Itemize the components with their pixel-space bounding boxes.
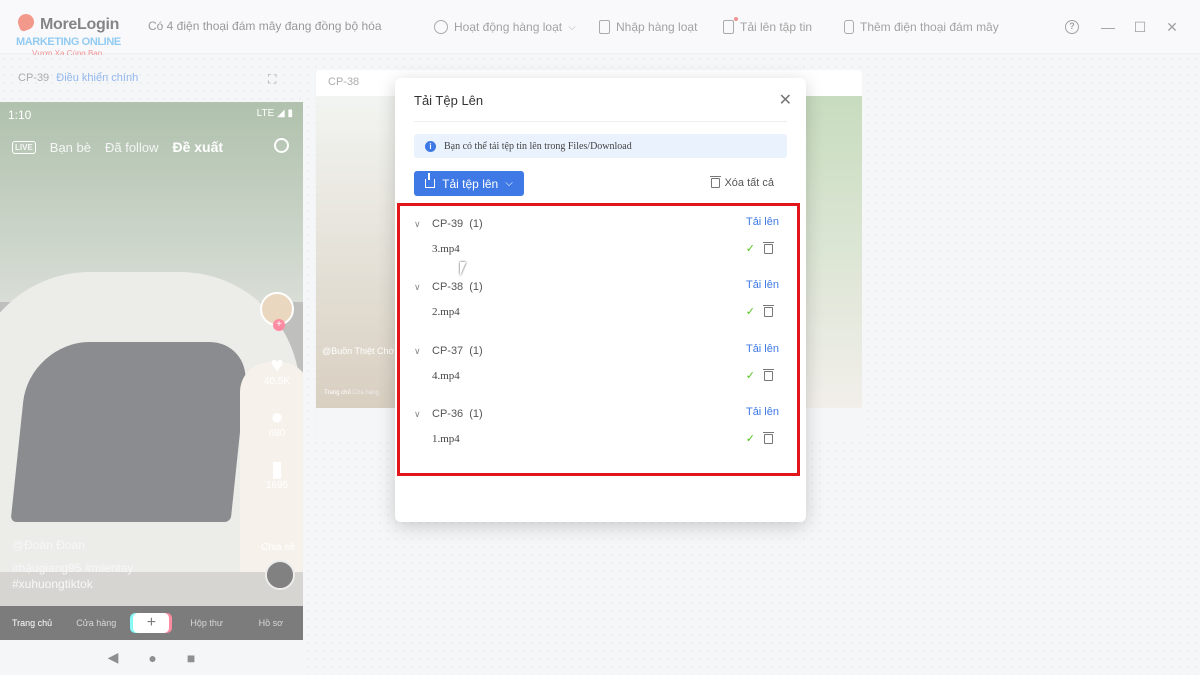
- group-device: CP-36: [432, 408, 464, 420]
- check-icon: ✓: [745, 433, 755, 445]
- delete-file-icon[interactable]: [763, 242, 774, 254]
- group-header[interactable]: ∨ CP-37 (1): [414, 342, 779, 360]
- group-count: (1): [469, 281, 483, 293]
- group-upload-link[interactable]: Tải lên: [746, 406, 779, 418]
- group-upload-link[interactable]: Tải lên: [746, 343, 779, 355]
- info-text: Bạn có thể tải tệp tin lên trong Files/D…: [444, 140, 632, 152]
- chevron-down-icon: ⌵: [505, 178, 513, 189]
- group-device: CP-39: [432, 218, 464, 230]
- mouse-cursor-icon: [460, 262, 472, 276]
- file-row: 3.mp4 ✓: [414, 241, 779, 259]
- upload-group-cp36: ∨ CP-36 (1) Tải lên 1.mp4 ✓: [414, 405, 779, 463]
- delete-file-icon[interactable]: [763, 369, 774, 381]
- check-icon: ✓: [745, 370, 755, 382]
- trash-icon: [710, 176, 722, 188]
- upload-files-button[interactable]: Tải tệp lên ⌵: [414, 171, 524, 196]
- upload-icon: [425, 173, 436, 188]
- chevron-down-icon: ∨: [414, 218, 421, 229]
- upload-group-cp38: ∨ CP-38 (1) Tải lên 2.mp4 ✓: [414, 278, 779, 336]
- clear-all-button[interactable]: Xóa tất cả: [710, 176, 774, 189]
- info-icon: i: [425, 140, 436, 152]
- delete-file-icon[interactable]: [763, 432, 774, 444]
- upload-dialog: Tải Tệp Lên ✕ i Bạn có thể tải tệp tin l…: [395, 78, 806, 522]
- dialog-title: Tải Tệp Lên: [414, 93, 484, 108]
- group-device: CP-37: [432, 345, 464, 357]
- group-header[interactable]: ∨ CP-39 (1): [414, 215, 779, 233]
- delete-file-icon[interactable]: [763, 305, 774, 317]
- check-icon: ✓: [745, 306, 755, 318]
- group-upload-link[interactable]: Tải lên: [746, 279, 779, 291]
- file-name: 2.mp4: [432, 306, 460, 318]
- chevron-down-icon: ∨: [414, 408, 421, 419]
- chevron-down-icon: ∨: [414, 281, 421, 292]
- group-count: (1): [469, 218, 483, 230]
- info-banner: i Bạn có thể tải tệp tin lên trong Files…: [414, 134, 787, 158]
- upload-files-label: Tải tệp lên: [442, 176, 499, 191]
- file-name: 1.mp4: [432, 433, 460, 445]
- check-icon: ✓: [745, 243, 755, 255]
- group-header[interactable]: ∨ CP-38 (1): [414, 278, 779, 296]
- group-count: (1): [469, 408, 483, 420]
- dialog-close-button[interactable]: ✕: [779, 90, 792, 110]
- file-name: 4.mp4: [432, 370, 460, 382]
- group-count: (1): [469, 345, 483, 357]
- dialog-divider: [414, 121, 787, 122]
- group-header[interactable]: ∨ CP-36 (1): [414, 405, 779, 423]
- chevron-down-icon: ∨: [414, 345, 421, 356]
- file-row: 4.mp4 ✓: [414, 368, 779, 386]
- group-upload-link[interactable]: Tải lên: [746, 216, 779, 228]
- file-name: 3.mp4: [432, 243, 460, 255]
- file-row: 2.mp4 ✓: [414, 304, 779, 322]
- clear-all-label: Xóa tất cả: [724, 177, 774, 189]
- group-device: CP-38: [432, 281, 464, 293]
- file-row: 1.mp4 ✓: [414, 431, 779, 449]
- upload-group-cp37: ∨ CP-37 (1) Tải lên 4.mp4 ✓: [414, 342, 779, 400]
